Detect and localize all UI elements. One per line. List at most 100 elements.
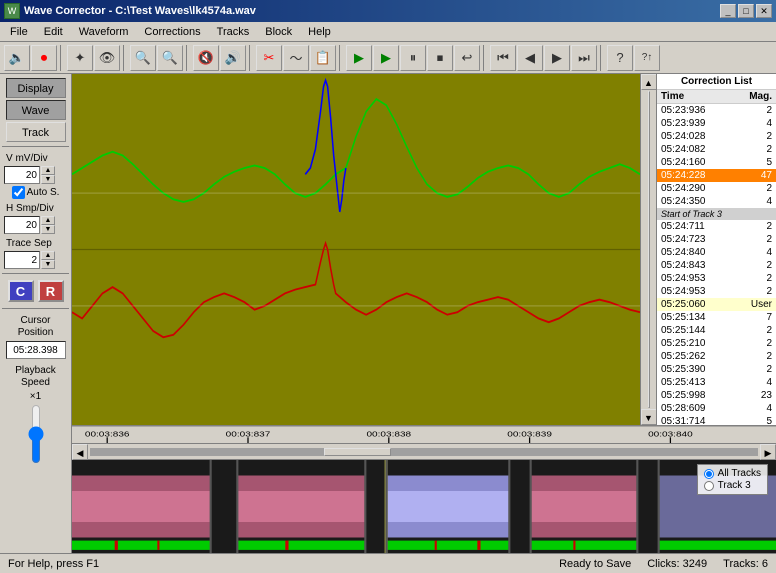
tb-mute2-btn[interactable]: 🔇 bbox=[193, 45, 219, 71]
h-input[interactable] bbox=[4, 216, 40, 234]
tb-prev-btn[interactable]: ◀ bbox=[517, 45, 543, 71]
wave-button[interactable]: Wave bbox=[6, 100, 66, 120]
hscroll-right-btn[interactable]: ▶ bbox=[760, 444, 776, 460]
tb-stop-btn[interactable]: ⏹ bbox=[427, 45, 453, 71]
cl-rows-container[interactable]: 05:23:936205:23:939405:24:028205:24:0822… bbox=[657, 104, 776, 425]
all-tracks-label: All Tracks bbox=[718, 468, 761, 479]
playback-speed-value: ×1 bbox=[30, 391, 41, 402]
list-item[interactable]: 05:24:0282 bbox=[657, 130, 776, 143]
tb-paste-btn[interactable]: 📋 bbox=[310, 45, 336, 71]
list-item[interactable]: 05:25:1347 bbox=[657, 311, 776, 324]
list-item[interactable]: 05:24:8432 bbox=[657, 259, 776, 272]
list-item[interactable]: 05:24:3504 bbox=[657, 195, 776, 208]
list-item[interactable]: 05:25:3902 bbox=[657, 363, 776, 376]
tb-play2-btn[interactable]: ▶ bbox=[373, 45, 399, 71]
all-tracks-radio[interactable] bbox=[704, 469, 714, 479]
minimize-button[interactable]: _ bbox=[720, 4, 736, 18]
tb-sep2 bbox=[123, 45, 127, 71]
wave-area: ▲ ▼ Correction List Time Mag. 05:23:9362… bbox=[72, 74, 776, 425]
trace-spinner-btns: ▲ ▼ bbox=[41, 251, 55, 269]
tb-mute-btn[interactable]: 🔈 bbox=[4, 45, 30, 71]
tb-rew-btn[interactable]: ⏮ bbox=[490, 45, 516, 71]
status-right: Ready to Save Clicks: 3249 Tracks: 6 bbox=[559, 558, 768, 570]
v-up-btn[interactable]: ▲ bbox=[41, 166, 55, 175]
tb-eye-btn[interactable]: 👁 bbox=[94, 45, 120, 71]
status-ready: Ready to Save bbox=[559, 558, 631, 570]
playback-slider[interactable] bbox=[28, 404, 44, 464]
list-item[interactable]: 05:25:1442 bbox=[657, 324, 776, 337]
tb-pause-btn[interactable]: ⏸ bbox=[400, 45, 426, 71]
list-item[interactable]: 05:24:8404 bbox=[657, 246, 776, 259]
r-button[interactable]: R bbox=[38, 280, 64, 302]
menu-edit[interactable]: Edit bbox=[36, 24, 71, 40]
sep2 bbox=[2, 273, 69, 274]
list-item[interactable]: 05:24:7232 bbox=[657, 233, 776, 246]
menu-help[interactable]: Help bbox=[300, 24, 339, 40]
wave-canvas[interactable] bbox=[72, 74, 640, 425]
tb-sep1 bbox=[60, 45, 64, 71]
tb-help2-btn[interactable]: ?↑ bbox=[634, 45, 660, 71]
list-item[interactable]: 05:23:9394 bbox=[657, 117, 776, 130]
tb-back-btn[interactable]: ↩ bbox=[454, 45, 480, 71]
h-up-btn[interactable]: ▲ bbox=[41, 216, 55, 225]
v-input[interactable] bbox=[4, 166, 40, 184]
tb-next-btn[interactable]: ▶ bbox=[544, 45, 570, 71]
list-item[interactable]: 05:24:22847 bbox=[657, 169, 776, 182]
list-item[interactable]: 05:25:2102 bbox=[657, 337, 776, 350]
track3-radio[interactable] bbox=[704, 481, 714, 491]
trace-input[interactable] bbox=[4, 251, 40, 269]
trace-spinner: ▲ ▼ bbox=[2, 251, 69, 269]
list-item[interactable]: 05:25:99823 bbox=[657, 389, 776, 402]
v-down-btn[interactable]: ▼ bbox=[41, 175, 55, 184]
tb-opt-btn[interactable]: ✦ bbox=[67, 45, 93, 71]
list-item[interactable]: 05:25:4134 bbox=[657, 376, 776, 389]
tb-sep4 bbox=[249, 45, 253, 71]
vscroll-up-btn[interactable]: ▲ bbox=[641, 74, 657, 90]
list-item[interactable]: 05:31:7145 bbox=[657, 415, 776, 425]
tb-sep6 bbox=[483, 45, 487, 71]
left-panel: Display Wave Track V mV/Div ▲ ▼ Auto S. … bbox=[0, 74, 72, 553]
list-item[interactable]: 05:24:9532 bbox=[657, 272, 776, 285]
trace-up-btn[interactable]: ▲ bbox=[41, 251, 55, 260]
tb-record-btn[interactable]: ⏺ bbox=[31, 45, 57, 71]
overview-canvas[interactable]: All Tracks Track 3 bbox=[72, 460, 776, 553]
tb-wave-btn[interactable]: 〜 bbox=[283, 45, 309, 71]
list-item[interactable]: 05:24:7112 bbox=[657, 220, 776, 233]
auto-s-checkbox[interactable] bbox=[12, 186, 25, 199]
menu-file[interactable]: File bbox=[2, 24, 36, 40]
c-button[interactable]: C bbox=[8, 280, 34, 302]
menu-waveform[interactable]: Waveform bbox=[71, 24, 137, 40]
vscroll-thumb[interactable] bbox=[648, 91, 650, 408]
list-item[interactable]: 05:24:2902 bbox=[657, 182, 776, 195]
tb-ff-btn[interactable]: ⏭ bbox=[571, 45, 597, 71]
menu-block[interactable]: Block bbox=[257, 24, 300, 40]
tb-help-btn[interactable]: ? bbox=[607, 45, 633, 71]
tb-search2-btn[interactable]: 🔍 bbox=[157, 45, 183, 71]
hscroll-thumb[interactable] bbox=[324, 448, 391, 456]
close-button[interactable]: ✕ bbox=[756, 4, 772, 18]
tb-play-btn[interactable]: ▶ bbox=[346, 45, 372, 71]
hscroll-left-btn[interactable]: ◀ bbox=[72, 444, 88, 460]
vscroll-down-btn[interactable]: ▼ bbox=[641, 409, 657, 425]
list-item[interactable]: 05:28:6094 bbox=[657, 402, 776, 415]
list-item[interactable]: 05:24:9532 bbox=[657, 285, 776, 298]
list-item[interactable]: Start of Track 3 bbox=[657, 208, 776, 220]
list-item[interactable]: 05:24:1605 bbox=[657, 156, 776, 169]
menu-corrections[interactable]: Corrections bbox=[136, 24, 208, 40]
tb-cut-btn[interactable]: ✂ bbox=[256, 45, 282, 71]
cr-buttons: C R bbox=[8, 280, 64, 302]
menu-tracks[interactable]: Tracks bbox=[209, 24, 258, 40]
list-item[interactable]: 05:24:0822 bbox=[657, 143, 776, 156]
correction-list: Correction List Time Mag. 05:23:936205:2… bbox=[656, 74, 776, 425]
tb-vol-btn[interactable]: 🔊 bbox=[220, 45, 246, 71]
list-item[interactable]: 05:25:2622 bbox=[657, 350, 776, 363]
hscroll-track[interactable] bbox=[90, 448, 758, 456]
list-item[interactable]: 05:25:060User bbox=[657, 298, 776, 311]
track-button[interactable]: Track bbox=[6, 122, 66, 142]
list-item[interactable]: 05:23:9362 bbox=[657, 104, 776, 117]
h-down-btn[interactable]: ▼ bbox=[41, 225, 55, 234]
title-text: Wave Corrector - C:\Test Waves\lk4574a.w… bbox=[24, 5, 720, 17]
maximize-button[interactable]: □ bbox=[738, 4, 754, 18]
tb-search-btn[interactable]: 🔍 bbox=[130, 45, 156, 71]
trace-down-btn[interactable]: ▼ bbox=[41, 260, 55, 269]
